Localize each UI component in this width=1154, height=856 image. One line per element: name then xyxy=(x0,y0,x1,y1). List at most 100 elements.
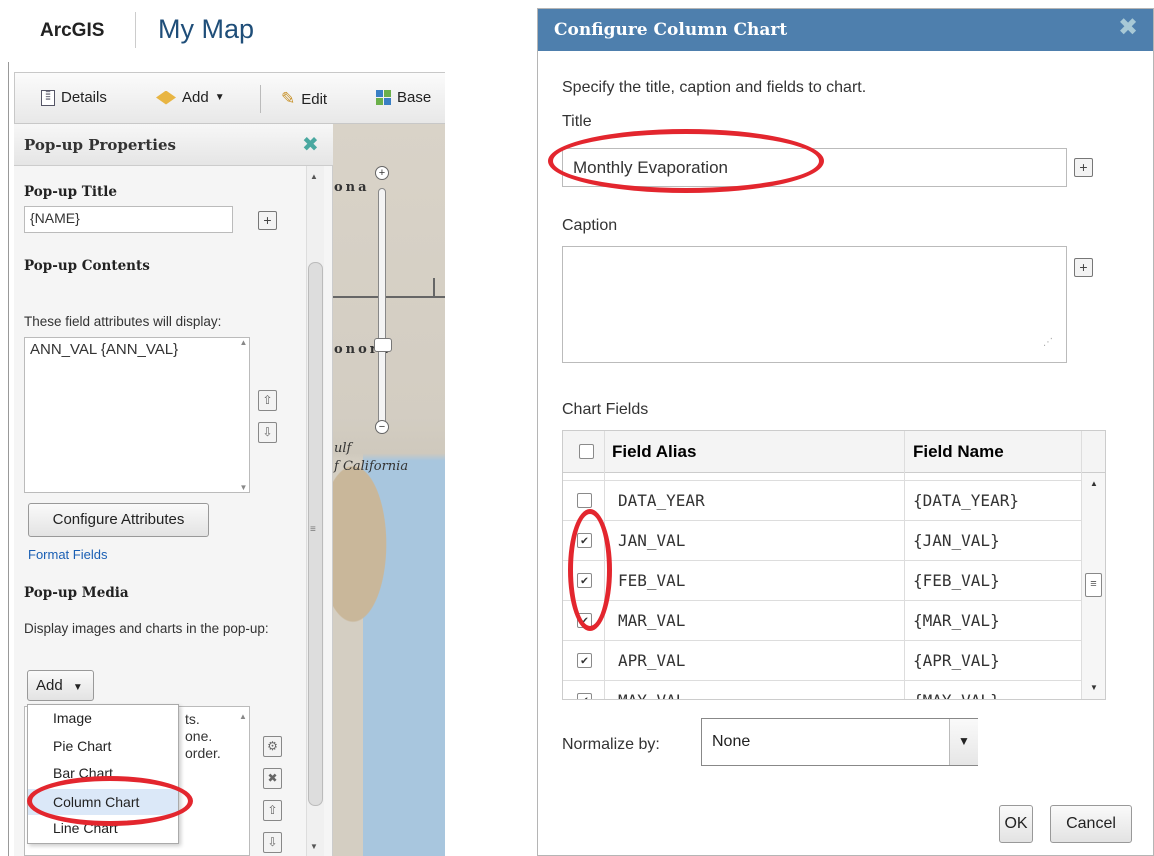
chevron-down-icon: ▼ xyxy=(214,92,225,103)
map-label: ulf xyxy=(334,441,352,456)
popup-contents-label: Pop-up Contents xyxy=(24,258,150,274)
panel-header: Pop-up Properties ✖ xyxy=(14,124,333,166)
arcgis-logo: ArcGIS xyxy=(40,20,105,41)
chart-fields-table: Field Alias Field Name DATA_YEAR {DATA_Y… xyxy=(562,430,1106,700)
insert-field-button[interactable]: + xyxy=(1074,158,1093,177)
details-button[interactable]: ≡ ≡ Details xyxy=(41,88,107,106)
caption-textarea[interactable] xyxy=(562,246,1067,363)
chevron-down-icon[interactable]: ▼ xyxy=(949,719,978,765)
field-alias: MAR_VAL xyxy=(618,611,686,630)
toolbar-divider xyxy=(260,85,261,113)
add-button[interactable]: Add ▼ xyxy=(156,89,225,106)
configure-column-chart-dialog: Configure Column Chart ✖ Specify the tit… xyxy=(537,8,1154,856)
menu-item-image[interactable]: Image xyxy=(28,705,178,731)
title-label: Title xyxy=(562,113,592,130)
scroll-up-icon[interactable]: ▲ xyxy=(1090,479,1098,488)
details-icon: ≡ ≡ xyxy=(41,88,55,106)
map-canvas[interactable] xyxy=(333,124,445,856)
table-row[interactable]: DATA_YEAR {DATA_YEAR} xyxy=(563,481,1081,521)
header-divider xyxy=(135,12,136,48)
panel-scrollbar[interactable]: ▲ ≡ ▼ xyxy=(306,166,324,856)
resize-grip-icon[interactable]: ⋰ xyxy=(1043,337,1053,348)
table-row[interactable]: ✔ JAN_VAL {JAN_VAL} xyxy=(563,521,1081,561)
zoom-slider[interactable] xyxy=(378,188,386,424)
normalize-label: Normalize by: xyxy=(562,736,660,753)
chevron-down-icon: ▼ xyxy=(72,682,83,693)
field-checkbox[interactable]: ✔ xyxy=(577,693,592,699)
table-row[interactable]: ✔ MAY_VAL {MAY_VAL} xyxy=(563,681,1081,699)
scroll-down-icon[interactable]: ▼ xyxy=(310,842,318,851)
column-header-field-name[interactable]: Field Name xyxy=(913,431,1004,473)
scroll-up-icon[interactable]: ▲ xyxy=(238,338,249,347)
map-boundary-line xyxy=(333,296,445,298)
field-alias: DATA_YEAR xyxy=(618,491,705,510)
pencil-icon: ✎ xyxy=(281,89,296,108)
field-name: {MAY_VAL} xyxy=(913,691,1000,699)
table-row[interactable]: ✔ APR_VAL {APR_VAL} xyxy=(563,641,1081,681)
field-checkbox[interactable] xyxy=(577,493,592,508)
table-row[interactable]: ✔ FEB_VAL {FEB_VAL} xyxy=(563,561,1081,601)
delete-media-icon[interactable]: ✖ xyxy=(263,768,282,789)
highlight-title xyxy=(548,129,824,193)
highlight-column-chart xyxy=(27,776,193,826)
ok-button[interactable]: OK xyxy=(999,805,1033,843)
edit-label: Edit xyxy=(301,90,328,108)
media-description: Display images and charts in the pop-up: xyxy=(24,621,269,636)
insert-field-button[interactable]: + xyxy=(258,211,277,230)
menu-item-pie-chart[interactable]: Pie Chart xyxy=(28,733,178,759)
map-title: My Map xyxy=(158,14,255,44)
chart-fields-label: Chart Fields xyxy=(562,401,649,418)
add-media-label: Add xyxy=(36,677,63,694)
table-row[interactable]: ✔ MAR_VAL {MAR_VAL} xyxy=(563,601,1081,641)
field-attributes-list[interactable]: ANN_VAL {ANN_VAL} xyxy=(24,337,250,493)
list-scrollbar[interactable]: ▲ ▼ xyxy=(238,338,249,492)
configure-media-icon[interactable]: ⚙ xyxy=(263,736,282,757)
popup-title-input[interactable]: {NAME} xyxy=(24,206,233,233)
scrollbar-thumb[interactable]: ≡ xyxy=(1085,573,1102,597)
scroll-down-icon[interactable]: ▼ xyxy=(1090,683,1098,692)
normalize-select[interactable]: None ▼ xyxy=(701,718,978,766)
column-header-field-alias[interactable]: Field Alias xyxy=(612,431,696,473)
popup-title-label: Pop-up Title xyxy=(24,184,117,200)
move-down-icon[interactable]: ⇩ xyxy=(258,422,277,443)
map-viewer: ArcGIS My Map ≡ ≡ Details Add ▼ ✎ Edit Ba… xyxy=(0,0,445,856)
map-boundary-line xyxy=(433,278,435,298)
field-alias: APR_VAL xyxy=(618,651,686,670)
table-row xyxy=(563,473,1081,481)
scroll-up-icon[interactable]: ▲ xyxy=(310,172,318,181)
panel-title: Pop-up Properties xyxy=(24,136,176,154)
add-media-button[interactable]: Add ▼ xyxy=(27,670,94,701)
grip-icon: ≡ xyxy=(310,524,316,535)
move-down-icon[interactable]: ⇩ xyxy=(263,832,282,853)
field-name: {JAN_VAL} xyxy=(913,531,1000,550)
move-up-icon[interactable]: ⇧ xyxy=(263,800,282,821)
table-scrollbar[interactable]: ▲ ≡ ▼ xyxy=(1081,473,1105,699)
highlight-checkboxes xyxy=(568,509,612,631)
field-name: {FEB_VAL} xyxy=(913,571,1000,590)
select-all-checkbox[interactable] xyxy=(579,444,594,459)
field-checkbox[interactable]: ✔ xyxy=(577,653,592,668)
close-icon[interactable]: ✖ xyxy=(1118,13,1138,42)
field-alias: JAN_VAL xyxy=(618,531,686,550)
zoom-in-icon[interactable]: + xyxy=(375,166,389,180)
cancel-button[interactable]: Cancel xyxy=(1050,805,1132,843)
zoom-slider-handle[interactable] xyxy=(374,338,392,352)
dialog-header: Configure Column Chart ✖ xyxy=(538,9,1153,51)
dialog-instruction: Specify the title, caption and fields to… xyxy=(562,79,867,96)
configure-attributes-button[interactable]: Configure Attributes xyxy=(28,503,209,537)
attribute-item[interactable]: ANN_VAL {ANN_VAL} xyxy=(30,341,178,358)
field-name: {MAR_VAL} xyxy=(913,611,1000,630)
zoom-out-icon[interactable]: − xyxy=(375,420,389,434)
map-label: ona xyxy=(334,180,370,195)
media-list-text: order. xyxy=(185,745,221,761)
insert-field-button[interactable]: + xyxy=(1074,258,1093,277)
edit-button[interactable]: ✎ Edit xyxy=(281,89,327,109)
close-icon[interactable]: ✖ xyxy=(302,132,319,157)
move-up-icon[interactable]: ⇧ xyxy=(258,390,277,411)
attributes-description: These field attributes will display: xyxy=(24,314,222,329)
scroll-up-icon[interactable]: ▲ xyxy=(239,712,247,721)
scroll-down-icon[interactable]: ▼ xyxy=(238,483,249,492)
toolbar: ≡ ≡ Details Add ▼ ✎ Edit Base xyxy=(14,72,445,124)
format-fields-link[interactable]: Format Fields xyxy=(28,547,107,562)
basemap-button[interactable]: Base xyxy=(376,89,431,106)
